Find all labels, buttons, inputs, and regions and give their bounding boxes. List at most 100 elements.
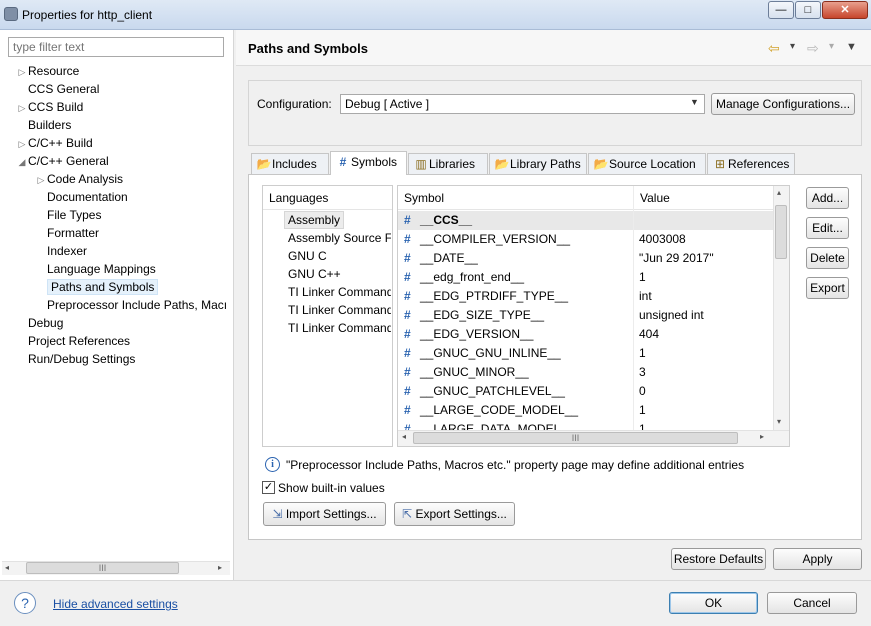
manage-configurations-button[interactable]: Manage Configurations... bbox=[711, 93, 855, 115]
tree-item[interactable]: Project References bbox=[16, 332, 231, 350]
language-item[interactable]: Assembly Source Fi bbox=[264, 229, 391, 247]
tree-item[interactable]: ▷ Code Analysis bbox=[16, 170, 231, 188]
export-settings-button[interactable]: ⇱ Export Settings... bbox=[394, 502, 515, 526]
language-item[interactable]: Assembly bbox=[264, 211, 391, 229]
hide-advanced-settings-link[interactable]: Hide advanced settings bbox=[53, 597, 178, 611]
maximize-button[interactable]: □ bbox=[795, 1, 821, 19]
expand-arrow-icon[interactable]: ▷ bbox=[35, 171, 47, 189]
back-dropdown-icon[interactable]: ▾ bbox=[790, 41, 795, 52]
tree-item[interactable]: CCS General bbox=[16, 80, 231, 98]
tab-source-location[interactable]: 📂Source Location bbox=[588, 153, 706, 174]
tree-item-label: Formatter bbox=[47, 226, 100, 240]
tree-item[interactable]: ▷ C/C++ Build bbox=[16, 134, 231, 152]
table-row[interactable]: # __CCS__ bbox=[398, 211, 773, 230]
column-header-value[interactable]: Value bbox=[634, 186, 773, 210]
tab-label: Symbols bbox=[351, 155, 398, 169]
help-icon[interactable]: ? bbox=[14, 592, 36, 614]
filter-input[interactable] bbox=[8, 37, 224, 57]
cancel-button[interactable]: Cancel bbox=[767, 592, 857, 614]
export-button[interactable]: Export bbox=[806, 277, 849, 299]
restore-defaults-button[interactable]: Restore Defaults bbox=[671, 548, 766, 570]
scroll-right-icon[interactable]: ▸ bbox=[760, 432, 764, 441]
tree-item[interactable]: ◢ C/C++ General bbox=[16, 152, 231, 170]
tree-item-label: Indexer bbox=[47, 244, 88, 258]
delete-button[interactable]: Delete bbox=[806, 247, 849, 269]
forward-dropdown-icon[interactable]: ▾ bbox=[829, 41, 834, 52]
scroll-right-icon[interactable]: ▸ bbox=[218, 563, 222, 572]
table-row[interactable]: # __EDG_VERSION__ 404 bbox=[398, 325, 773, 344]
hash-icon: # bbox=[404, 270, 411, 284]
table-row[interactable]: # __LARGE_CODE_MODEL__ 1 bbox=[398, 401, 773, 420]
language-item[interactable]: TI Linker Command bbox=[264, 301, 391, 319]
table-row[interactable]: # __GNUC_MINOR__ 3 bbox=[398, 363, 773, 382]
close-button[interactable]: ✕ bbox=[822, 1, 868, 19]
table-row[interactable]: # __EDG_SIZE_TYPE__ unsigned int bbox=[398, 306, 773, 325]
tab-symbols[interactable]: # Symbols bbox=[330, 151, 407, 175]
import-icon: ⇲ bbox=[272, 507, 283, 521]
value-cell: 404 bbox=[639, 327, 660, 341]
tree-item-label: Resource bbox=[28, 64, 80, 78]
view-menu-icon[interactable]: ▼ bbox=[846, 41, 857, 53]
language-item[interactable]: TI Linker Command bbox=[264, 283, 391, 301]
library-icon: ▥ bbox=[415, 157, 427, 171]
back-arrow-icon[interactable]: ⇦ bbox=[768, 40, 780, 57]
tab-library-paths[interactable]: 📂Library Paths bbox=[489, 153, 587, 174]
tree-item[interactable]: File Types bbox=[16, 206, 231, 224]
tree-item-label: C/C++ General bbox=[28, 154, 109, 168]
add-button[interactable]: Add... bbox=[806, 187, 849, 209]
apply-button[interactable]: Apply bbox=[773, 548, 862, 570]
table-row[interactable]: # __GNUC_PATCHLEVEL__ 0 bbox=[398, 382, 773, 401]
minimize-button[interactable]: — bbox=[768, 1, 794, 19]
tree-item-label: Paths and Symbols bbox=[47, 279, 159, 295]
minimize-icon: — bbox=[775, 4, 787, 16]
language-item[interactable]: GNU C bbox=[264, 247, 391, 265]
tab-libraries[interactable]: ▥ Libraries bbox=[408, 153, 488, 174]
show-builtin-label[interactable]: Show built-in values bbox=[278, 481, 385, 495]
tree-item[interactable]: Formatter bbox=[16, 224, 231, 242]
show-builtin-checkbox[interactable]: ✓ bbox=[262, 481, 275, 494]
expand-arrow-icon[interactable]: ▷ bbox=[16, 135, 28, 153]
table-row[interactable]: # __COMPILER_VERSION__ 4003008 bbox=[398, 230, 773, 249]
scroll-down-icon[interactable]: ▾ bbox=[777, 417, 781, 426]
left-scroll-thumb[interactable]: III bbox=[26, 562, 179, 574]
tree-item[interactable]: Debug bbox=[16, 314, 231, 332]
import-settings-button[interactable]: ⇲ Import Settings... bbox=[263, 502, 386, 526]
symbol-cell: __LARGE_CODE_MODEL__ bbox=[420, 403, 579, 417]
tree-item[interactable]: Documentation bbox=[16, 188, 231, 206]
tree-item[interactable]: Indexer bbox=[16, 242, 231, 260]
chevron-down-icon[interactable]: ▼ bbox=[690, 97, 699, 107]
tree-item[interactable]: Language Mappings bbox=[16, 260, 231, 278]
symbols-horizontal-thumb[interactable]: III bbox=[413, 432, 738, 444]
edit-button[interactable]: Edit... bbox=[806, 217, 849, 239]
table-row[interactable]: # __edg_front_end__ 1 bbox=[398, 268, 773, 287]
symbol-cell: __EDG_PTRDIFF_TYPE__ bbox=[420, 289, 569, 303]
tree-item[interactable]: ▷ CCS Build bbox=[16, 98, 231, 116]
configuration-select[interactable]: Debug [ Active ] bbox=[340, 94, 705, 114]
scroll-up-icon[interactable]: ▴ bbox=[777, 188, 781, 197]
tree-item[interactable]: Builders bbox=[16, 116, 231, 134]
table-row[interactable]: # __GNUC_GNU_INLINE__ 1 bbox=[398, 344, 773, 363]
hash-icon: # bbox=[404, 422, 411, 430]
export-settings-label: Export Settings... bbox=[415, 507, 507, 521]
expand-arrow-icon[interactable]: ▷ bbox=[16, 63, 28, 81]
column-header-symbol[interactable]: Symbol bbox=[398, 186, 634, 210]
tree-item[interactable]: Paths and Symbols bbox=[16, 278, 231, 296]
tree-item[interactable]: ▷ Resource bbox=[16, 62, 231, 80]
table-row[interactable]: # __DATE__ "Jun 29 2017" bbox=[398, 249, 773, 268]
tab-references[interactable]: ⊞ References bbox=[707, 153, 795, 174]
scroll-left-icon[interactable]: ◂ bbox=[5, 563, 9, 572]
language-item[interactable]: GNU C++ bbox=[264, 265, 391, 283]
hash-icon: # bbox=[404, 365, 411, 379]
expand-arrow-icon[interactable]: ◢ bbox=[16, 153, 28, 171]
expand-arrow-icon[interactable]: ▷ bbox=[16, 99, 28, 117]
symbols-vertical-thumb[interactable] bbox=[775, 205, 787, 259]
language-item[interactable]: TI Linker Command bbox=[264, 319, 391, 337]
ok-button[interactable]: OK bbox=[669, 592, 758, 614]
tree-item[interactable]: Preprocessor Include Paths, Macı bbox=[16, 296, 231, 314]
table-row[interactable]: # __EDG_PTRDIFF_TYPE__ int bbox=[398, 287, 773, 306]
forward-arrow-icon[interactable]: ⇨ bbox=[807, 40, 819, 57]
tab-includes[interactable]: 📂Includes bbox=[251, 153, 329, 174]
scroll-left-icon[interactable]: ◂ bbox=[402, 432, 406, 441]
tree-item[interactable]: Run/Debug Settings bbox=[16, 350, 231, 368]
table-row[interactable]: # __LARGE_DATA_MODEL__ 1 bbox=[398, 420, 773, 430]
